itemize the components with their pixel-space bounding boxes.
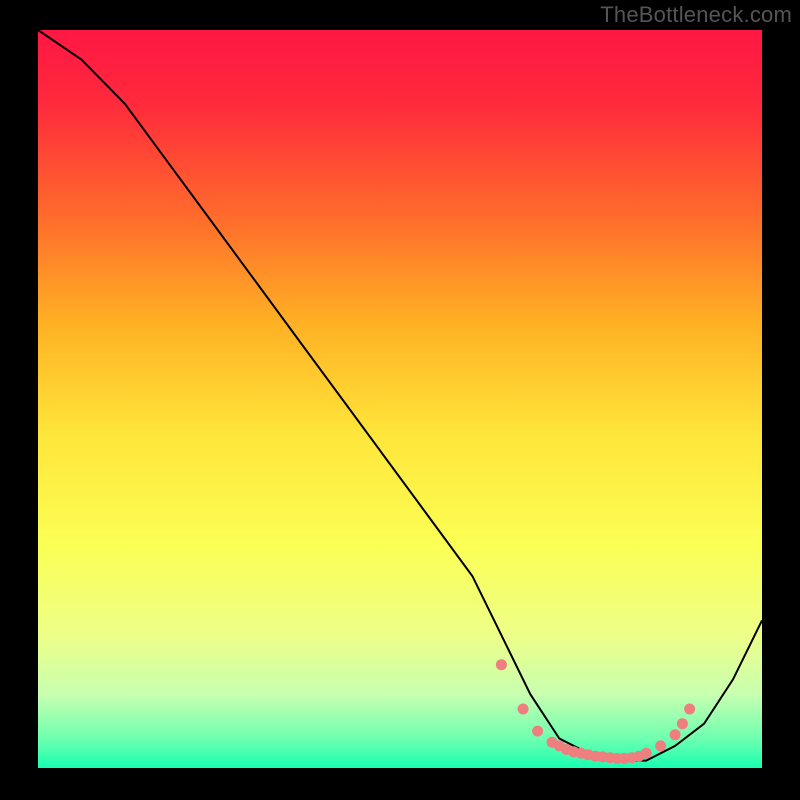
- marker-dot: [670, 729, 681, 740]
- chart-frame: TheBottleneck.com: [0, 0, 800, 800]
- marker-dot: [518, 704, 529, 715]
- bottleneck-chart: [0, 0, 800, 800]
- marker-dot: [677, 718, 688, 729]
- marker-dot: [641, 748, 652, 759]
- marker-dot: [684, 704, 695, 715]
- marker-dot: [655, 740, 666, 751]
- plot-background: [38, 30, 762, 768]
- watermark-text: TheBottleneck.com: [600, 2, 792, 28]
- marker-dot: [496, 659, 507, 670]
- marker-dot: [532, 726, 543, 737]
